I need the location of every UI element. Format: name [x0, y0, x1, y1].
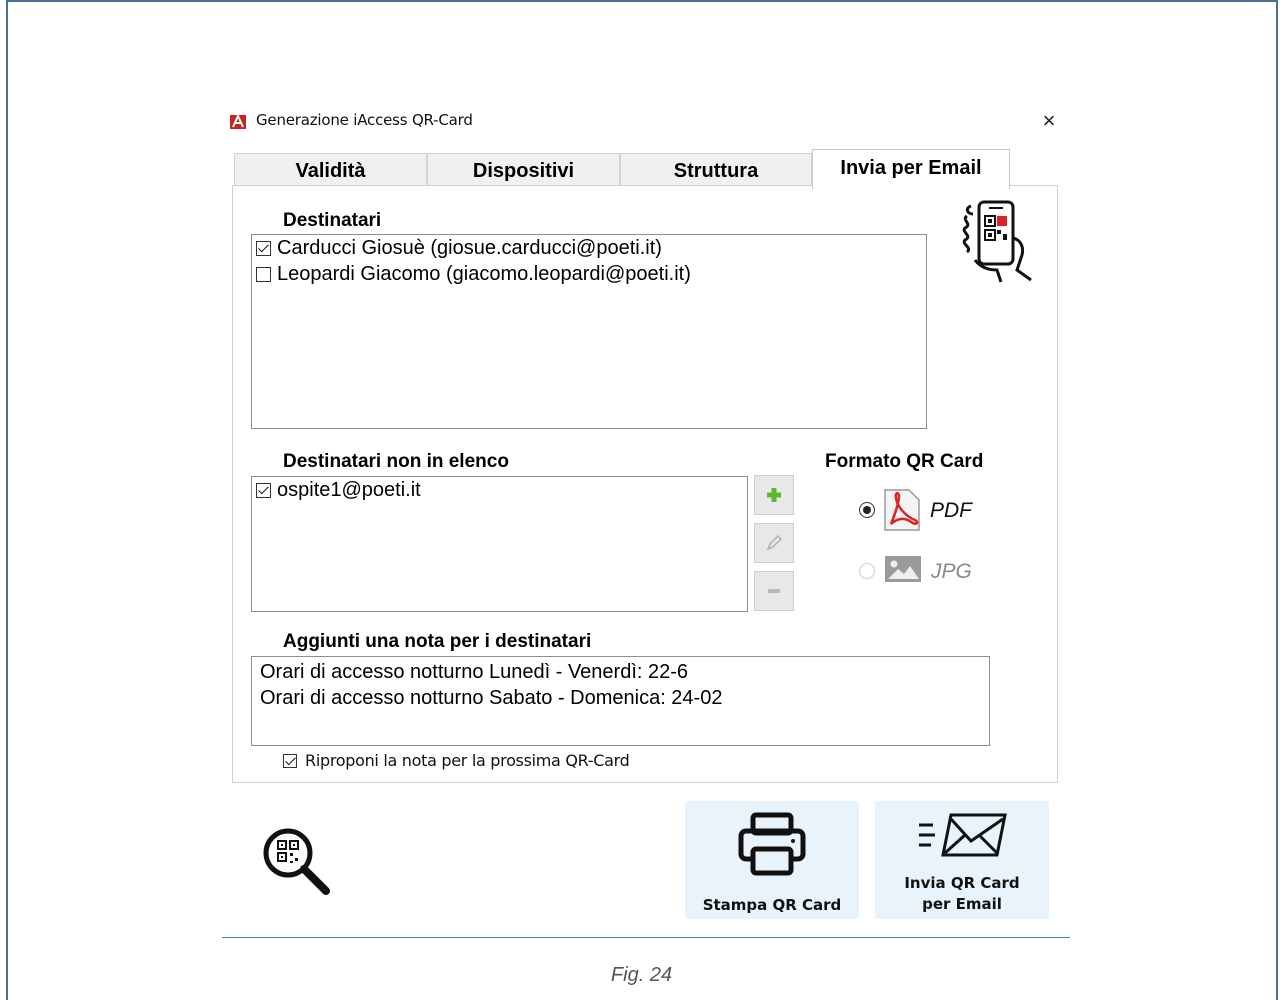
tab-strip: Validità Dispositivi Struttura Invia per…	[234, 149, 1014, 189]
extra-recipient-item[interactable]: ospite1@poeti.it	[252, 477, 747, 503]
email-envelope-icon	[919, 813, 1007, 857]
print-qr-card-label: Stampa QR Card	[702, 896, 842, 914]
email-qr-card-button[interactable]: Invia QR Card per Email	[875, 801, 1049, 919]
repropose-note-checkbox[interactable]	[283, 753, 297, 768]
note-textarea[interactable]: Orari di accesso notturno Lunedì - Vener…	[251, 656, 990, 746]
qr-preview-button[interactable]	[260, 825, 334, 897]
recipient-checkbox[interactable]	[256, 266, 271, 282]
tab-panel: Destinatari Carducci Giosuè (giosue.card…	[232, 185, 1058, 783]
recipients-label: Destinatari	[283, 210, 382, 231]
email-qr-card-label-line2: per Email	[922, 895, 1002, 913]
edit-icon	[766, 534, 783, 551]
image-icon	[884, 555, 922, 588]
printer-icon	[738, 812, 806, 876]
repropose-note-label: Riproponi la nota per la prossima QR-Car…	[305, 751, 630, 770]
extra-recipients-label: Destinatari non in elenco	[283, 451, 509, 472]
qr-magnifier-icon	[263, 828, 330, 895]
app-logo-icon	[230, 113, 248, 131]
caption-divider	[222, 937, 1070, 938]
window-title: Generazione iAccess QR-Card	[256, 111, 473, 129]
remove-recipient-button[interactable]	[754, 571, 794, 611]
add-recipient-button[interactable]	[754, 475, 794, 515]
tab-struttura[interactable]: Struttura	[620, 153, 812, 187]
jpg-label[interactable]: JPG	[931, 560, 972, 584]
pdf-icon	[881, 488, 921, 537]
remove-icon	[768, 589, 780, 593]
add-icon	[767, 488, 781, 502]
extra-recipient-checkbox[interactable]	[256, 482, 271, 498]
radio-pdf[interactable]	[859, 502, 875, 518]
recipient-item[interactable]: Carducci Giosuè (giosue.carducci@poeti.i…	[252, 235, 926, 261]
tab-validita[interactable]: Validità	[234, 153, 427, 187]
repropose-note-option[interactable]: Riproponi la nota per la prossima QR-Car…	[283, 751, 630, 770]
figure-caption: Fig. 24	[610, 964, 673, 986]
tab-dispositivi[interactable]: Dispositivi	[427, 153, 620, 187]
recipients-list[interactable]: Carducci Giosuè (giosue.carducci@poeti.i…	[251, 234, 927, 429]
dialog-window: Generazione iAccess QR-Card × Validità D…	[222, 105, 1067, 935]
radio-jpg[interactable]	[859, 563, 875, 579]
format-label: Formato QR Card	[825, 451, 984, 472]
phone-qr-icon	[961, 200, 1037, 289]
pdf-label[interactable]: PDF	[930, 499, 972, 523]
note-label: Aggiunti una nota per i destinatari	[283, 631, 592, 652]
recipient-text: Leopardi Giacomo (giacomo.leopardi@poeti…	[277, 262, 691, 285]
recipient-text: Carducci Giosuè (giosue.carducci@poeti.i…	[277, 236, 662, 259]
print-qr-card-button[interactable]: Stampa QR Card	[685, 801, 859, 919]
recipient-checkbox[interactable]	[256, 240, 271, 256]
email-qr-card-label-line1: Invia QR Card	[904, 874, 1020, 892]
tab-invia-per-email[interactable]: Invia per Email	[812, 149, 1010, 189]
note-line: Orari di accesso notturno Lunedì - Vener…	[260, 661, 689, 683]
note-line: Orari di accesso notturno Sabato - Domen…	[260, 687, 723, 709]
extra-recipient-text: ospite1@poeti.it	[277, 478, 421, 501]
close-button[interactable]: ×	[1037, 108, 1061, 134]
recipient-item[interactable]: Leopardi Giacomo (giacomo.leopardi@poeti…	[252, 261, 926, 287]
edit-recipient-button[interactable]	[754, 523, 794, 563]
extra-recipients-list[interactable]: ospite1@poeti.it	[251, 476, 748, 612]
